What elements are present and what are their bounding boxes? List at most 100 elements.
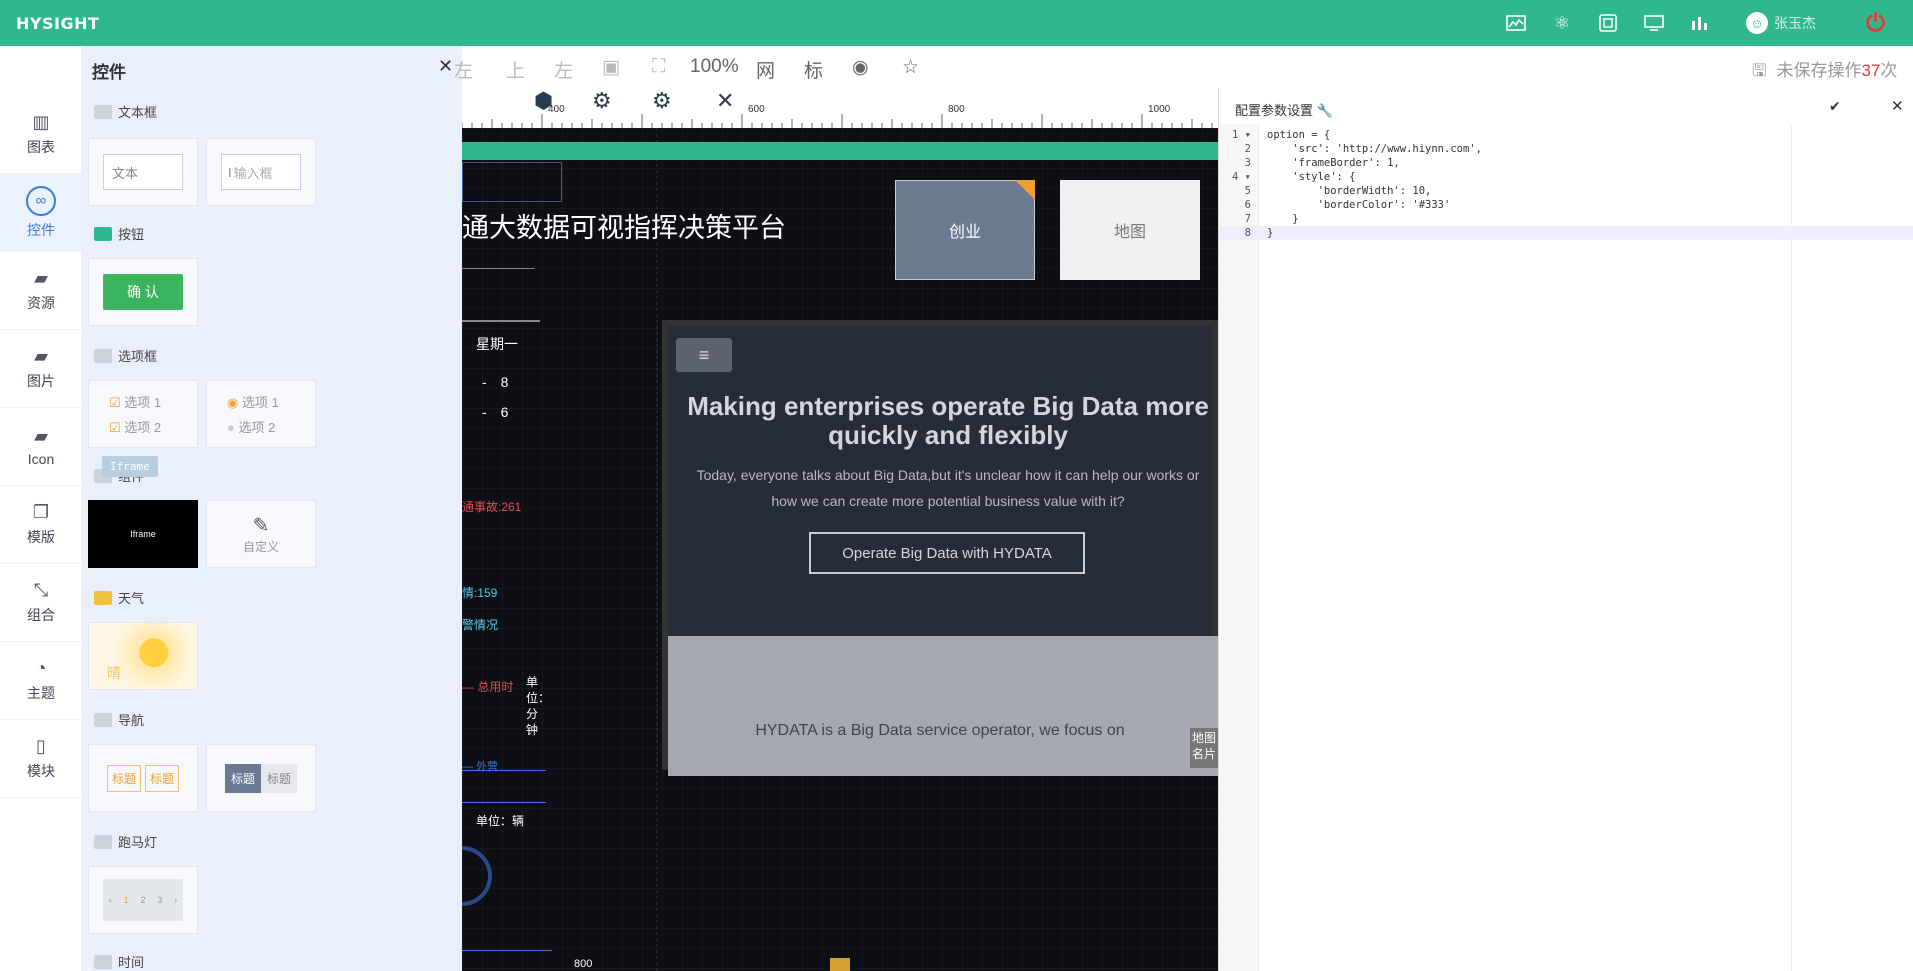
save-icon[interactable]: 🖫 bbox=[1752, 61, 1766, 80]
iframe-preview[interactable]: ≡ Making enterprises operate Big Data mo… bbox=[662, 320, 1218, 776]
line-number: 4 ▾ bbox=[1232, 171, 1251, 183]
power-icon[interactable]: ⏻ bbox=[1866, 10, 1885, 38]
nav-widget-card-1[interactable]: 标题 标题 bbox=[88, 744, 198, 812]
line-number: 8 bbox=[1244, 227, 1251, 239]
checkbox-option: ☑ 选项 2 bbox=[109, 417, 161, 436]
settings-icon[interactable]: ⚙ bbox=[652, 88, 672, 114]
share-icon[interactable] bbox=[1597, 12, 1619, 34]
code-line: 5 'borderWidth': 10, bbox=[1219, 184, 1913, 198]
nav-item-combine[interactable]: ⤡ 组合 bbox=[0, 564, 82, 642]
close-icon[interactable]: ✕ bbox=[438, 56, 453, 77]
code-text: 'borderWidth': 10, bbox=[1267, 185, 1432, 197]
line bbox=[462, 802, 546, 803]
avatar-icon: ☺ bbox=[1746, 12, 1768, 34]
align-left-edge-button[interactable]: 左 bbox=[554, 56, 573, 83]
nav-item-icon[interactable]: ▰ Icon bbox=[0, 408, 82, 486]
align-top-button[interactable]: 上 bbox=[506, 56, 525, 83]
option-label: 选项 2 bbox=[124, 420, 162, 435]
code-line: 3 'frameBorder': 1, bbox=[1219, 156, 1913, 170]
tab-map[interactable]: 地图 bbox=[1060, 180, 1200, 280]
code-line: 2 'src': 'http://www.hiynn.com', bbox=[1219, 142, 1913, 156]
line bbox=[462, 770, 546, 771]
gutter bbox=[1219, 124, 1259, 971]
radio-option: ◉ 选项 1 bbox=[227, 392, 279, 411]
custom-widget-card[interactable]: ✎ 自定义 bbox=[206, 500, 316, 568]
align-left-button[interactable]: 左 bbox=[454, 56, 473, 83]
nav-item-theme[interactable]: ◔ 主题 bbox=[0, 642, 82, 720]
marquee-widget-card[interactable]: ‹ 1 2 3 › bbox=[88, 866, 198, 934]
nav-widget-card-2[interactable]: 标题 标题 bbox=[206, 744, 316, 812]
marquee-dot: 1 bbox=[123, 895, 129, 905]
iframe-tooltip: Iframe bbox=[102, 456, 158, 477]
input-widget-card[interactable]: I 输入框 bbox=[206, 138, 316, 206]
resize-icon[interactable]: ⛶ bbox=[652, 56, 665, 78]
checkbox-widget-card[interactable]: ☑ 选项 1 ☑ 选项 2 bbox=[88, 380, 198, 448]
custom-label: 自定义 bbox=[242, 540, 279, 554]
text-widget-card[interactable]: 文本 bbox=[88, 138, 198, 206]
horizontal-ruler: 400 600 800 1000 ⬢ ⚙ ⚙ ✕ bbox=[462, 88, 1218, 128]
confirm-icon[interactable]: ✔ bbox=[1829, 98, 1841, 115]
nav-item-charts[interactable]: ▥ 图表 bbox=[0, 96, 82, 174]
top-bar: HYSIGHT ⚛ ☺ 张玉杰 ⏻ bbox=[0, 0, 1913, 46]
selection-box[interactable] bbox=[462, 162, 562, 202]
stat-159: 情:159 bbox=[462, 586, 498, 600]
cube-icon[interactable]: ⬢ bbox=[534, 88, 553, 114]
stat-situation: 警情况 bbox=[462, 618, 499, 632]
grid-toggle[interactable]: 网 bbox=[756, 56, 775, 83]
user-menu[interactable]: ☺ 张玉杰 bbox=[1746, 12, 1816, 34]
monitor-icon[interactable] bbox=[1643, 12, 1665, 34]
ruler-label: 1000 bbox=[1148, 104, 1171, 115]
operate-hydata-button[interactable]: Operate Big Data with HYDATA bbox=[809, 532, 1085, 574]
design-canvas[interactable]: 400 600 800 1000 ⬢ ⚙ ⚙ ✕ 通大数据可视指挥决策平台 创业… bbox=[462, 88, 1218, 971]
code-line: 7 } bbox=[1219, 212, 1913, 226]
unsaved-suffix: 次 bbox=[1880, 61, 1898, 80]
eye-icon[interactable]: ◉ bbox=[852, 56, 869, 79]
gears-icon[interactable]: ⚙ bbox=[592, 88, 612, 114]
iframe-footer-text: HYDATA is a Big Data service operator, w… bbox=[755, 722, 1125, 739]
fit-icon[interactable]: ▣ bbox=[602, 56, 620, 79]
delete-icon[interactable]: ✕ bbox=[716, 88, 734, 114]
chevron-right-icon: › bbox=[174, 895, 178, 905]
file-icon: ▯ bbox=[36, 736, 46, 756]
input-placeholder: 输入框 bbox=[233, 165, 273, 181]
code-line: 1 ▾ option = { bbox=[1219, 128, 1913, 142]
dashboard-headline: 通大数据可视指挥决策平台 bbox=[462, 213, 786, 243]
input-widget-preview: I 输入框 bbox=[221, 154, 301, 190]
tab-entrepreneurship[interactable]: 创业 bbox=[895, 180, 1035, 280]
iframe-widget-card[interactable]: Iframe bbox=[88, 500, 198, 568]
header-bar bbox=[462, 142, 1218, 160]
zoom-level[interactable]: 100% bbox=[690, 56, 739, 78]
unsaved-label: 未保存操作 bbox=[1776, 61, 1862, 80]
marquee-dot: 2 bbox=[140, 895, 146, 905]
area-chart-icon[interactable] bbox=[1505, 12, 1527, 34]
bottom-marker bbox=[830, 958, 850, 971]
pie-chart-icon: ◔ bbox=[35, 658, 47, 678]
nav-item-images[interactable]: ▰ 图片 bbox=[0, 330, 82, 408]
nav-item-resources[interactable]: ▰ 资源 bbox=[0, 252, 82, 330]
outside-text: 外营 bbox=[476, 761, 499, 773]
option-label: 选项 1 bbox=[124, 395, 162, 410]
divider bbox=[462, 320, 540, 322]
weather-label: 晴 bbox=[107, 665, 121, 681]
weather-widget-card[interactable]: 晴 bbox=[88, 622, 198, 690]
line-number: 7 bbox=[1244, 213, 1251, 225]
section-textbox: 文本框 bbox=[94, 102, 157, 121]
nav-item-modules[interactable]: ▯ 模块 bbox=[0, 720, 82, 798]
nav-label: 图片 bbox=[27, 373, 55, 389]
line-number: 3 bbox=[1244, 157, 1251, 169]
ruler-ticks bbox=[462, 114, 1213, 128]
radio-widget-card[interactable]: ◉ 选项 1 ● 选项 2 bbox=[206, 380, 316, 448]
ruler-toggle[interactable]: 标 bbox=[804, 56, 823, 83]
bar-chart-icon[interactable] bbox=[1689, 12, 1711, 34]
button-widget-card[interactable]: 确 认 bbox=[88, 258, 198, 326]
nav-item-templates[interactable]: ❐ 模版 bbox=[0, 486, 82, 564]
star-icon[interactable]: ☆ bbox=[902, 56, 919, 79]
panel-title: 控件 bbox=[92, 63, 126, 82]
code-editor[interactable]: 1 ▾ option = { 2 'src': 'http://www.hiynn… bbox=[1219, 128, 1913, 240]
line-number: 5 bbox=[1244, 185, 1251, 197]
menu-icon[interactable]: ≡ bbox=[676, 338, 732, 372]
atom-icon[interactable]: ⚛ bbox=[1551, 12, 1573, 34]
close-icon[interactable]: ✕ bbox=[1891, 97, 1904, 115]
section-marquee: 跑马灯 bbox=[94, 832, 157, 851]
nav-item-controls[interactable]: ∞ 控件 bbox=[0, 174, 82, 252]
